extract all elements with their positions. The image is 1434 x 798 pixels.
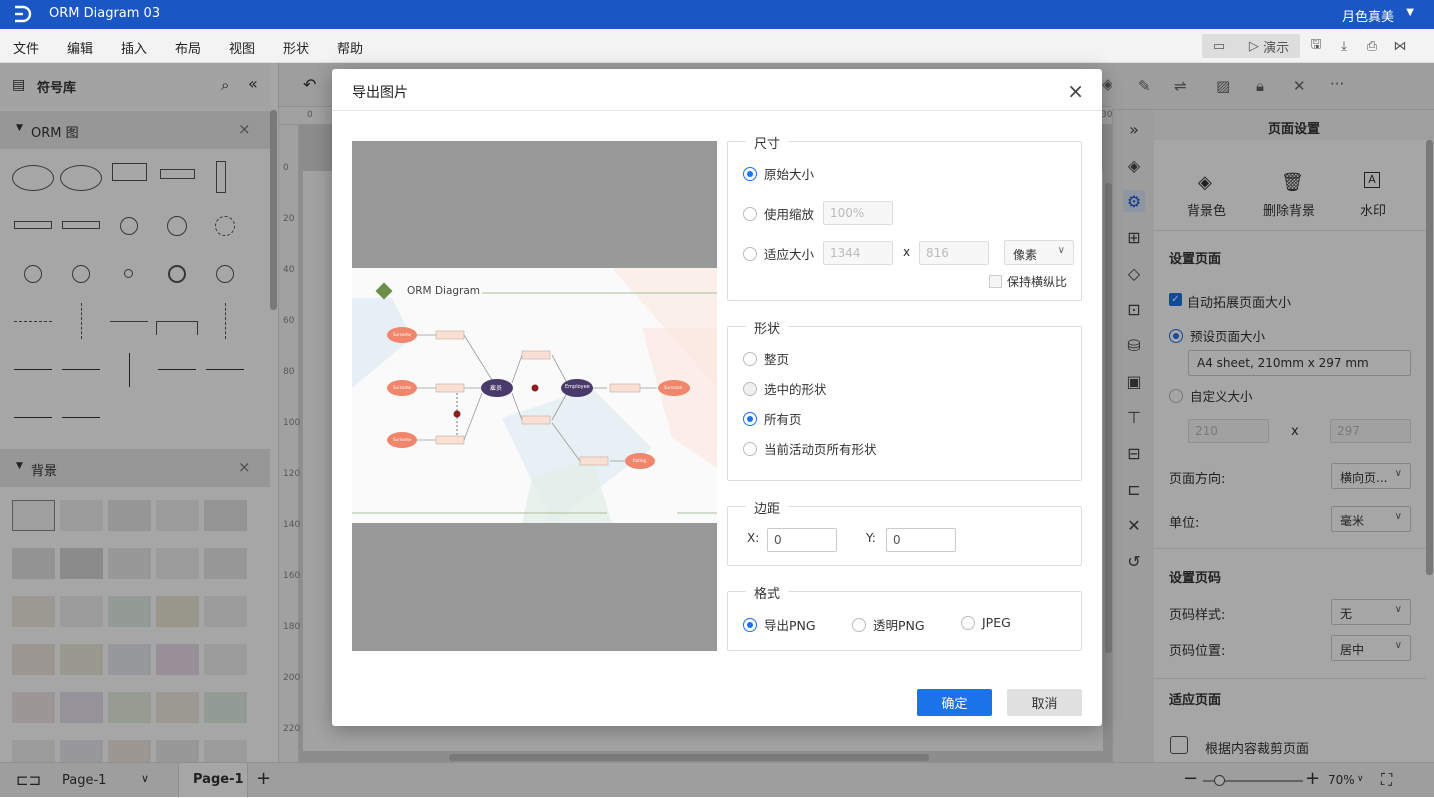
whole-page-label: 整页 <box>764 352 790 367</box>
fit-width-value: 1344 <box>830 246 861 260</box>
radio-dot <box>743 166 757 181</box>
preview-pane: ORM Diagram 雇员 Employee Surname Surname … <box>352 141 717 651</box>
margin-x-value: 0 <box>774 533 782 547</box>
chevron-down-icon: ∨ <box>1057 245 1065 256</box>
fit-size-label: 适应大小 <box>764 247 815 262</box>
shape-legend: 形状 <box>746 318 789 337</box>
fit-width-input[interactable]: 1344 <box>823 241 893 265</box>
preview-title: ORM Diagram <box>407 285 481 297</box>
menu-file[interactable]: 文件 <box>13 38 39 57</box>
radio-dot <box>743 351 757 366</box>
use-scale-label: 使用缩放 <box>764 207 815 222</box>
transparent-png-radio[interactable]: 透明PNG <box>852 615 925 634</box>
user-menu-chevron-icon[interactable]: ▼ <box>1406 7 1414 18</box>
radio-dot <box>743 206 757 221</box>
save-icon[interactable]: 🖫 <box>1306 34 1326 58</box>
close-icon[interactable]: × <box>1067 79 1084 103</box>
all-pages-radio[interactable]: 所有页 <box>743 409 802 428</box>
format-fieldset: 格式 导出PNG 透明PNG JPEG <box>727 583 1082 651</box>
radio-dot <box>743 411 757 426</box>
current-page-shapes-radio[interactable]: 当前活动页所有形状 <box>743 439 877 458</box>
present-button[interactable]: ▷ 演示 <box>1238 34 1300 58</box>
original-size-label: 原始大小 <box>764 167 815 182</box>
menu-shape[interactable]: 形状 <box>283 38 309 57</box>
preview-node-en: Employee <box>565 384 590 390</box>
jpeg-label: JPEG <box>982 615 1011 630</box>
dialog-divider <box>332 110 1102 111</box>
unit-select[interactable]: 像素 ∨ <box>1004 240 1074 265</box>
use-scale-radio[interactable]: 使用缩放 <box>743 204 814 223</box>
margin-y-input[interactable]: 0 <box>886 528 956 552</box>
fit-height-value: 816 <box>926 246 949 260</box>
shape-fieldset: 形状 整页 选中的形状 所有页 当前活动页所有形状 <box>727 318 1082 481</box>
menu-layout[interactable]: 布局 <box>175 38 201 57</box>
fit-size-radio[interactable]: 适应大小 <box>743 244 814 263</box>
menu-insert[interactable]: 插入 <box>121 38 147 57</box>
margin-y-label: Y: <box>866 531 876 545</box>
current-page-shapes-label: 当前活动页所有形状 <box>764 442 877 457</box>
original-size-radio[interactable]: 原始大小 <box>743 164 814 183</box>
png-label: 导出PNG <box>764 618 816 633</box>
preview-oval-label: Surname <box>393 385 411 390</box>
radio-dot <box>852 617 866 632</box>
radio-dot <box>961 615 975 630</box>
preview-oval-label: Surname <box>664 385 682 390</box>
all-pages-label: 所有页 <box>764 412 802 427</box>
menu-help[interactable]: 帮助 <box>337 38 363 57</box>
user-name[interactable]: 月色真美 <box>1342 6 1394 25</box>
preview-oval-label: Surname <box>393 332 411 337</box>
preview-oval-label: Surname <box>393 437 411 442</box>
preview-image: ORM Diagram 雇员 Employee Surname Surname … <box>352 268 717 523</box>
title-bar: ORM Diagram 03 月色真美 ▼ <box>0 0 1434 29</box>
menu-bar: 文件 编辑 插入 布局 视图 形状 帮助 ▭ ▷ 演示 🖫 ⤓ ⎙ ⋈ <box>0 29 1434 63</box>
selected-shapes-radio[interactable]: 选中的形状 <box>743 379 827 398</box>
present-group: ▭ ▷ 演示 <box>1202 34 1300 58</box>
unit-select-value: 像素 <box>1013 248 1038 262</box>
scale-input[interactable]: 100% <box>823 201 893 225</box>
margin-x-input[interactable]: 0 <box>767 528 837 552</box>
app-logo-icon[interactable] <box>12 4 34 24</box>
margin-x-label: X: <box>747 531 760 545</box>
preview-oval-label: Rating <box>633 458 646 463</box>
ok-button[interactable]: 确定 <box>917 689 992 716</box>
dialog-title: 导出图片 <box>352 85 408 101</box>
menu-edit[interactable]: 编辑 <box>67 38 93 57</box>
radio-dot <box>743 246 757 261</box>
png-radio[interactable]: 导出PNG <box>743 615 816 634</box>
screen-icon[interactable]: ▭ <box>1202 34 1236 58</box>
fit-height-input[interactable]: 816 <box>919 241 989 265</box>
keep-ratio-label: 保持横纵比 <box>1007 275 1068 289</box>
cancel-button[interactable]: 取消 <box>1007 689 1082 716</box>
size-fieldset: 尺寸 原始大小 使用缩放 100% 适应大小 1344 x 816 像素 ∨ 保持… <box>727 133 1082 301</box>
download-icon[interactable]: ⤓ <box>1334 34 1354 58</box>
margin-legend: 边距 <box>746 498 789 517</box>
menu-view[interactable]: 视图 <box>229 38 255 57</box>
scale-value: 100% <box>830 206 865 220</box>
document-title: ORM Diagram 03 <box>49 6 161 21</box>
fit-x-label: x <box>903 245 911 259</box>
preview-node-cn: 雇员 <box>490 385 503 392</box>
preview-diagram <box>352 268 717 523</box>
margin-y-value: 0 <box>893 533 901 547</box>
radio-dot <box>743 381 757 396</box>
whole-page-radio[interactable]: 整页 <box>743 349 789 368</box>
jpeg-radio[interactable]: JPEG <box>961 615 1011 630</box>
share-icon[interactable]: ⋈ <box>1390 34 1410 58</box>
format-legend: 格式 <box>746 583 789 602</box>
export-image-dialog: 导出图片 × ORM Diagram 雇员 Employee Surname S… <box>332 69 1102 726</box>
keep-ratio-checkbox[interactable] <box>989 275 1002 288</box>
radio-dot <box>743 617 757 632</box>
transparent-png-label: 透明PNG <box>873 618 925 633</box>
size-legend: 尺寸 <box>746 133 789 152</box>
selected-shapes-label: 选中的形状 <box>764 382 827 397</box>
radio-dot <box>743 441 757 456</box>
print-icon[interactable]: ⎙ <box>1362 34 1382 58</box>
margin-fieldset: 边距 X: 0 Y: 0 <box>727 498 1082 566</box>
